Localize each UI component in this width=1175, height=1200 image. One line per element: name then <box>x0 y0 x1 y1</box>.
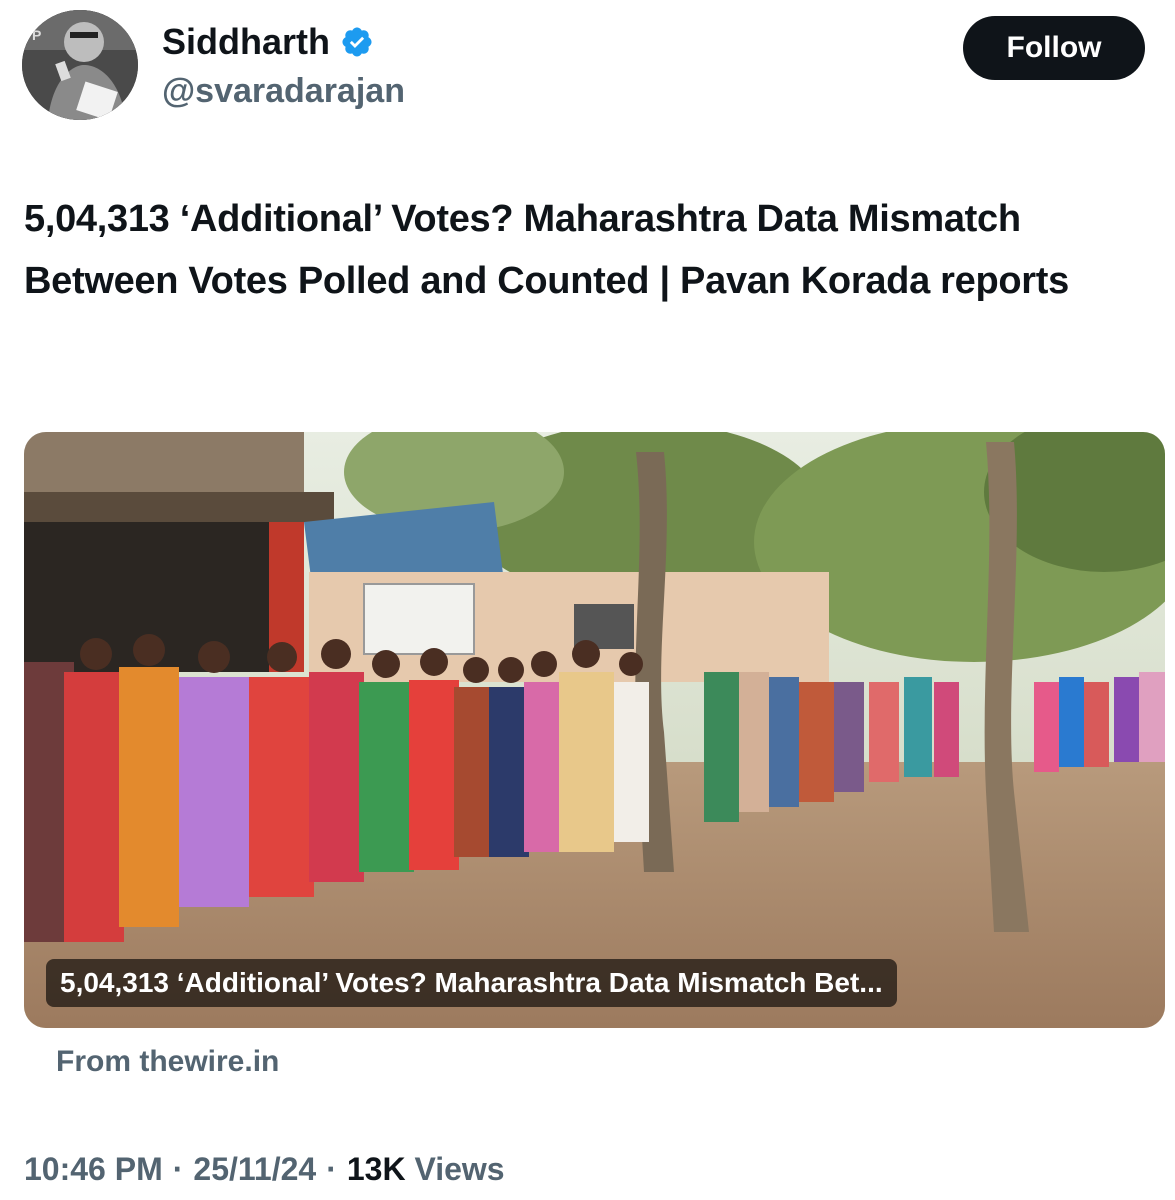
meta-separator: · <box>172 1151 184 1187</box>
avatar-image: P <box>22 10 138 120</box>
card-source[interactable]: From thewire.in <box>56 1042 279 1082</box>
tweet-time[interactable]: 10:46 PM <box>24 1148 163 1190</box>
author-avatar[interactable]: P <box>22 10 138 120</box>
link-card[interactable]: 5,04,313 ‘Additional’ Votes? Maharashtra… <box>24 432 1165 1028</box>
tweet-header: P Siddharth @svaradarajan Follow <box>22 10 1147 125</box>
verified-badge-icon <box>342 27 372 57</box>
svg-text:P: P <box>32 27 41 43</box>
meta-separator: · <box>326 1151 337 1187</box>
tweet-text: 5,04,313 ‘Additional’ Votes? Maharashtra… <box>24 198 1069 302</box>
author-display-name[interactable]: Siddharth <box>162 20 330 64</box>
follow-button[interactable]: Follow <box>963 16 1145 80</box>
author-handle[interactable]: @svaradarajan <box>162 70 405 112</box>
views-label: Views <box>414 1151 505 1187</box>
name-row: Siddharth <box>162 20 374 64</box>
tweet-meta: 10:46 PM · 25/11/24 · 13K Views <box>24 1148 505 1190</box>
tweet-date[interactable]: 25/11/24 <box>193 1148 316 1190</box>
views-count: 13K <box>346 1151 406 1187</box>
card-image <box>24 432 1165 1028</box>
card-title: 5,04,313 ‘Additional’ Votes? Maharashtra… <box>46 959 897 1007</box>
